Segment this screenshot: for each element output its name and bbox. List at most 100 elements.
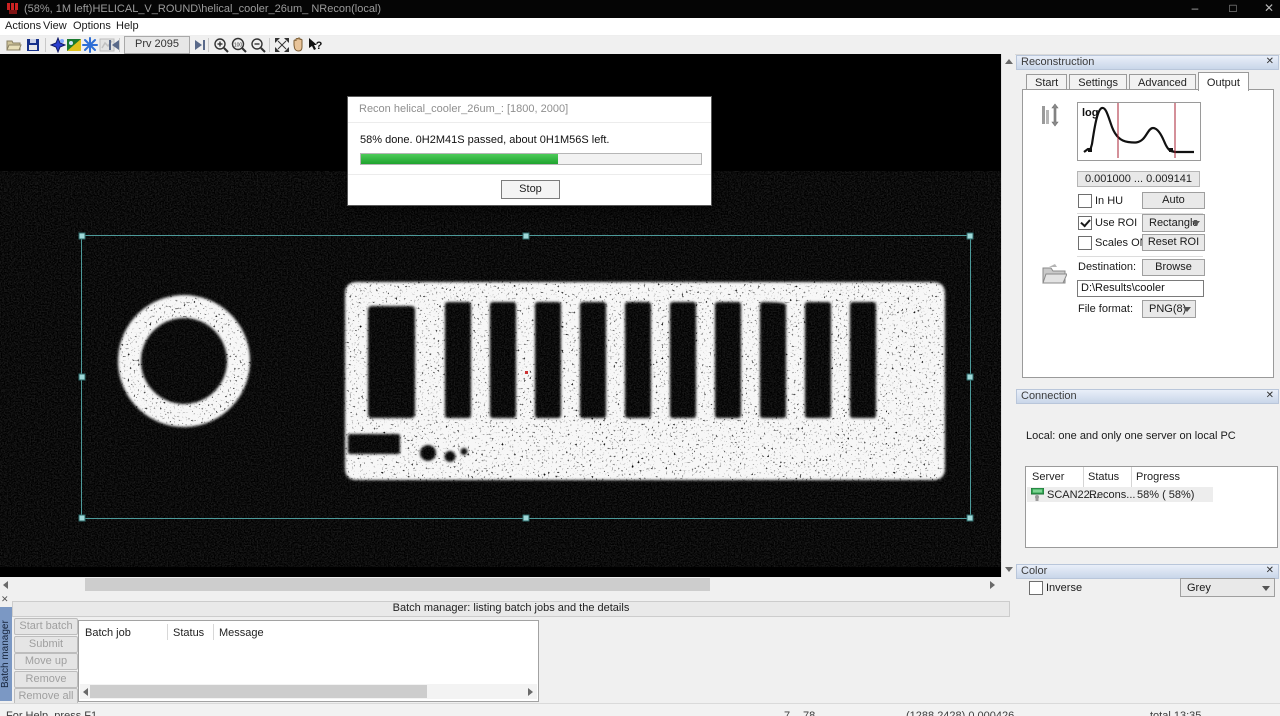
- histogram-curve: [1084, 108, 1194, 152]
- color-close-icon[interactable]: ✕: [1266, 565, 1274, 577]
- connection-panel-title: Connection: [1021, 390, 1077, 402]
- toolbar: Prv 2095 100: [0, 36, 1280, 55]
- scroll-right-icon[interactable]: [990, 581, 995, 589]
- use-roi-checkbox[interactable]: [1078, 216, 1092, 230]
- status-num1: 7: [784, 710, 790, 716]
- status-cell: Recons...: [1089, 489, 1135, 501]
- minimize-button[interactable]: –: [1180, 0, 1210, 17]
- batch-job-col-header[interactable]: Batch job: [85, 627, 131, 639]
- menu-help[interactable]: Help: [116, 20, 139, 32]
- roi-handle-s[interactable]: [523, 515, 529, 521]
- scroll-up-icon[interactable]: [1005, 59, 1013, 64]
- in-hu-checkbox[interactable]: [1078, 194, 1092, 208]
- roi-handle-sw[interactable]: [79, 515, 85, 521]
- menu-bar: Actions View Options Help: [0, 18, 1280, 36]
- progress-bar: [360, 153, 702, 165]
- roi-handle-n[interactable]: [523, 233, 529, 239]
- submit-again-button[interactable]: Submit again: [14, 636, 78, 653]
- reconstruction-panel-header[interactable]: Reconstruction ✕: [1016, 55, 1279, 70]
- status-help-text: For Help, press F1: [6, 710, 97, 716]
- scroll-right-icon[interactable]: [528, 688, 533, 696]
- destination-folder-icon: [1041, 262, 1067, 286]
- menu-actions[interactable]: Actions: [5, 20, 41, 32]
- histogram-box[interactable]: log: [1077, 102, 1201, 161]
- batch-status-col-header[interactable]: Status: [173, 627, 204, 639]
- status-col-header[interactable]: Status: [1088, 471, 1119, 483]
- batch-hscroll-thumb[interactable]: [90, 685, 427, 698]
- file-format-value: PNG(8): [1149, 303, 1186, 315]
- pan-hand-icon[interactable]: [290, 37, 306, 53]
- tab-output[interactable]: Output: [1198, 72, 1249, 91]
- fine-tune-icon[interactable]: [50, 37, 66, 53]
- scroll-down-icon[interactable]: [1005, 567, 1013, 572]
- palette-dropdown[interactable]: Grey: [1180, 578, 1275, 597]
- batch-job-table: Batch job Status Message: [78, 620, 539, 702]
- server-row[interactable]: SCAN22... Recons... 58% ( 58%): [1027, 487, 1213, 502]
- batch-table-hscrollbar[interactable]: [80, 684, 537, 699]
- destination-path-input[interactable]: D:\Results\cooler: [1077, 280, 1204, 297]
- maximize-button[interactable]: □: [1218, 0, 1248, 17]
- roi-handle-e[interactable]: [967, 374, 973, 380]
- server-col-header[interactable]: Server: [1032, 471, 1064, 483]
- svg-text:100: 100: [234, 43, 243, 49]
- batch-message-col-header[interactable]: Message: [219, 627, 264, 639]
- scroll-left-icon[interactable]: [3, 581, 8, 589]
- auto-button[interactable]: Auto: [1142, 192, 1205, 209]
- snowflake-icon[interactable]: [82, 37, 98, 53]
- dialog-title-bar[interactable]: Recon helical_cooler_26um_: [1800, 2000]: [348, 97, 711, 123]
- context-help-icon[interactable]: ?: [307, 37, 323, 53]
- status-num2: 78: [803, 710, 815, 716]
- viewport-hscrollbar[interactable]: [0, 577, 1014, 592]
- stop-button[interactable]: Stop: [501, 180, 560, 199]
- save-icon[interactable]: [25, 37, 41, 53]
- menu-options[interactable]: Options: [73, 20, 111, 32]
- last-slice-icon[interactable]: [192, 37, 208, 53]
- menu-view[interactable]: View: [43, 20, 67, 32]
- browse-button[interactable]: Browse: [1142, 259, 1205, 276]
- progress-col-header[interactable]: Progress: [1136, 471, 1180, 483]
- connection-panel-header[interactable]: Connection ✕: [1016, 389, 1279, 404]
- zoom-in-icon[interactable]: [213, 37, 229, 53]
- svg-text:?: ?: [316, 40, 323, 52]
- file-format-label: File format:: [1078, 303, 1133, 315]
- open-icon[interactable]: [6, 37, 22, 53]
- reconstruction-panel-title: Reconstruction: [1021, 56, 1094, 68]
- batch-pane-close-icon[interactable]: ✕: [1, 594, 9, 605]
- app-logo-icon: [7, 3, 19, 15]
- roi-handle-nw[interactable]: [79, 233, 85, 239]
- start-batch-button[interactable]: Start batch: [14, 618, 78, 635]
- status-coords: (1288,2428) 0.000426: [906, 710, 1014, 716]
- scroll-left-icon[interactable]: [83, 688, 88, 696]
- roi-handle-ne[interactable]: [967, 233, 973, 239]
- move-up-button[interactable]: Move up: [14, 653, 78, 670]
- scales-on-checkbox[interactable]: [1078, 236, 1092, 250]
- roi-handle-se[interactable]: [967, 515, 973, 521]
- batch-manager-side-tab[interactable]: Batch manager: [0, 607, 12, 701]
- histogram-range-value: 0.001000 ... 0.009141: [1077, 171, 1200, 187]
- first-slice-icon[interactable]: [106, 37, 122, 53]
- roi-handle-w[interactable]: [79, 374, 85, 380]
- inverse-checkbox[interactable]: [1029, 581, 1043, 595]
- reset-roi-button[interactable]: Reset ROI: [1142, 234, 1205, 251]
- zoom-100-icon[interactable]: 100: [231, 37, 247, 53]
- zoom-out-icon[interactable]: [250, 37, 266, 53]
- file-format-dropdown[interactable]: PNG(8): [1142, 300, 1196, 318]
- color-panel-header[interactable]: Color ✕: [1016, 564, 1279, 579]
- hscroll-thumb[interactable]: [85, 578, 710, 591]
- histogram-adjust-icon[interactable]: [1041, 102, 1063, 128]
- remove-button[interactable]: Remove: [14, 671, 78, 688]
- viewport-vscrollbar[interactable]: [1001, 54, 1015, 577]
- server-table: Server Status Progress SCAN22... Recons.…: [1025, 466, 1278, 548]
- preview-slice-button[interactable]: Prv 2095: [124, 36, 190, 54]
- reconstruction-close-icon[interactable]: ✕: [1266, 56, 1274, 68]
- palette-value: Grey: [1187, 582, 1211, 594]
- reconstruction-tabs: Start Settings Advanced Output Summary: [1026, 72, 1276, 90]
- color-panel-title: Color: [1021, 565, 1047, 577]
- connection-close-icon[interactable]: ✕: [1266, 390, 1274, 402]
- server-status-icon: [1031, 488, 1044, 501]
- roi-shape-dropdown[interactable]: Rectangle: [1142, 214, 1205, 232]
- close-button[interactable]: ✕: [1254, 0, 1280, 17]
- output-options-icon[interactable]: [66, 37, 82, 53]
- status-bar: For Help, press F1 7 78 (1288,2428) 0.00…: [0, 703, 1280, 716]
- fit-to-window-icon[interactable]: [274, 37, 290, 53]
